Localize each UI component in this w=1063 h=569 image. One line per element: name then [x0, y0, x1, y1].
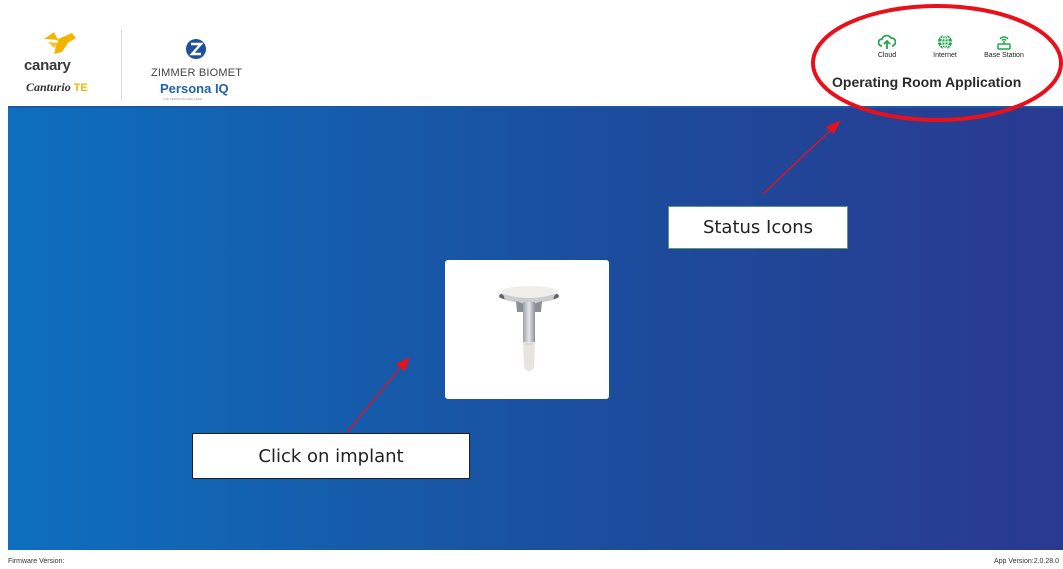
- canary-bird-icon: [44, 32, 76, 54]
- app-header: canary Canturio TE ZIMMER BIOMET Persona…: [8, 0, 1063, 108]
- zimmer-biomet-logo: ZIMMER BIOMET Persona IQ THE PERSONALIZE…: [151, 36, 271, 101]
- canary-logo: canary Canturio TE: [24, 30, 106, 98]
- status-icons-callout: Status Icons: [668, 206, 848, 249]
- canturio-te-wordmark: Canturio TE: [26, 80, 88, 94]
- zimmer-biomet-wordmark: ZIMMER BIOMET: [151, 67, 243, 79]
- status-base-station[interactable]: Base Station: [980, 34, 1028, 59]
- app-title: Operating Room Application: [832, 74, 1022, 90]
- canary-wordmark: canary: [24, 57, 71, 74]
- logo-divider: [121, 30, 122, 100]
- globe-icon: [938, 34, 952, 50]
- tibial-implant-image: [499, 286, 559, 371]
- persona-tagline: THE PERSONALIZED KNEE: [163, 97, 203, 101]
- status-icons-group: Cloud Internet Base Station: [868, 34, 1058, 70]
- zimmer-biomet-mark-icon: [186, 39, 206, 59]
- status-cloud-label: Cloud: [877, 52, 897, 59]
- status-base-station-label: Base Station: [984, 52, 1024, 59]
- firmware-version: Firmware Version:: [8, 558, 65, 565]
- click-implant-callout: Click on implant: [192, 433, 470, 479]
- app-version: App Version:2.0.28.0: [994, 558, 1059, 565]
- implant-card[interactable]: [445, 260, 609, 399]
- persona-iq-wordmark: Persona IQ: [160, 81, 229, 96]
- cloud-upload-icon: [878, 34, 896, 49]
- status-internet-label: Internet: [933, 52, 957, 59]
- status-cloud[interactable]: Cloud: [876, 34, 898, 59]
- status-internet[interactable]: Internet: [930, 34, 960, 59]
- base-station-icon: [997, 36, 1011, 50]
